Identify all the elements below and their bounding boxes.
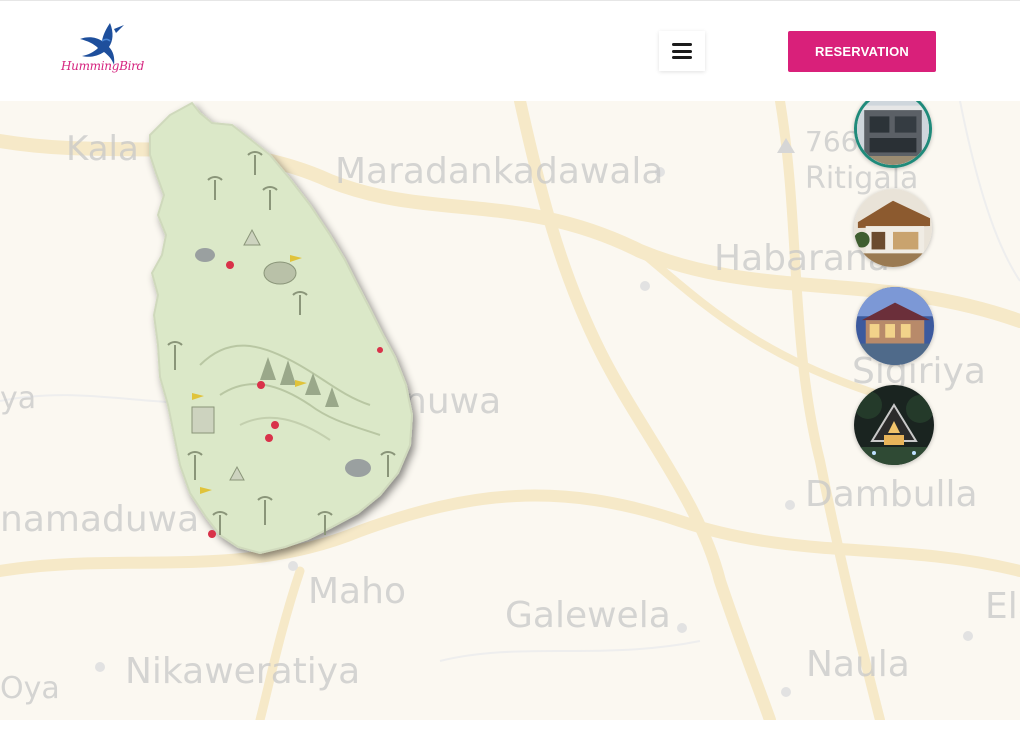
place-label: Nikaweratiya bbox=[125, 651, 361, 692]
site-header: HummingBird RESERVATION bbox=[0, 0, 1020, 101]
menu-button[interactable] bbox=[659, 31, 705, 71]
place-label: Ela bbox=[985, 586, 1020, 627]
place-label: Dambulla bbox=[805, 474, 978, 515]
place-label: Naula bbox=[806, 644, 910, 685]
brand-logo[interactable]: HummingBird bbox=[58, 19, 144, 81]
place-label: Oya bbox=[0, 671, 60, 706]
property-thumbnail-wooden-chalet[interactable] bbox=[854, 189, 932, 267]
sri-lanka-map-icon bbox=[149, 101, 414, 555]
wooden-chalet-image bbox=[854, 189, 932, 267]
reservation-button[interactable]: RESERVATION bbox=[788, 31, 936, 72]
place-label: 766 bbox=[805, 125, 859, 158]
modern-villa-image bbox=[857, 93, 929, 165]
sri-lanka-map[interactable] bbox=[140, 95, 425, 570]
place-label: Galewela bbox=[505, 595, 671, 636]
place-label: Maho bbox=[308, 571, 406, 612]
property-thumbnail-night-bungalow[interactable] bbox=[856, 287, 934, 365]
place-label: ya bbox=[0, 381, 37, 416]
forest-cabin-image bbox=[854, 385, 934, 465]
night-bungalow-image bbox=[856, 287, 934, 365]
logo-text: HummingBird bbox=[61, 59, 144, 73]
footer-strip bbox=[0, 720, 1020, 752]
property-thumbnail-modern-villa[interactable] bbox=[854, 90, 932, 168]
hamburger-icon bbox=[672, 43, 692, 59]
property-thumbnail-forest-cabin[interactable] bbox=[854, 385, 934, 465]
